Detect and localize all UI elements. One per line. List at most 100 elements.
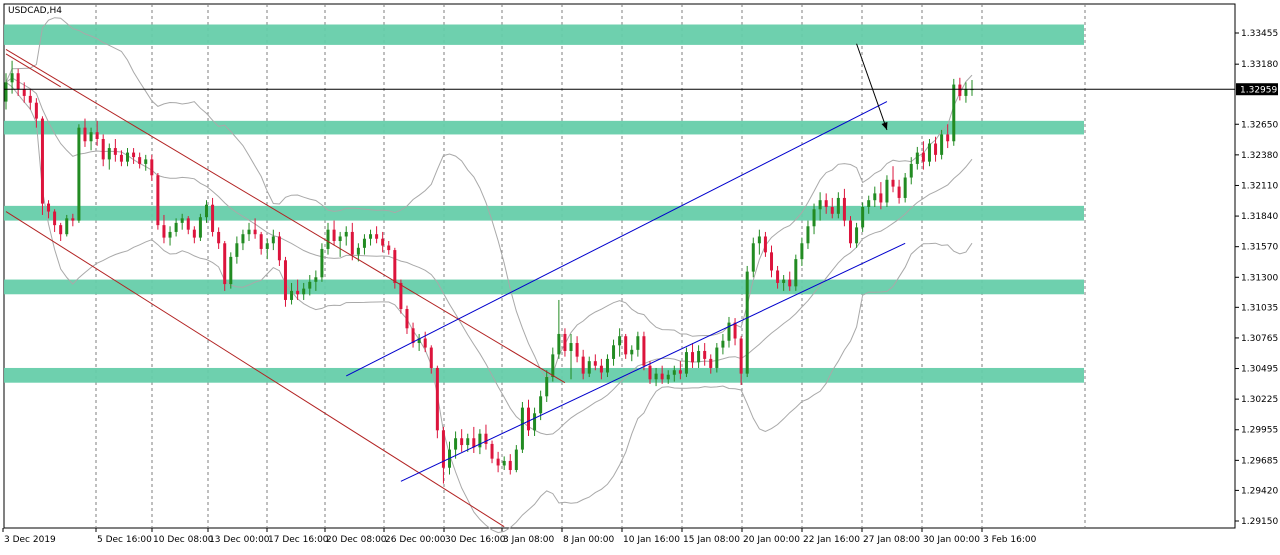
candle-body[interactable] (22, 89, 26, 96)
candle-body[interactable] (83, 127, 87, 142)
candle-body[interactable] (478, 433, 482, 448)
candle-body[interactable] (113, 148, 117, 155)
candle-body[interactable] (204, 204, 208, 218)
candle-body[interactable] (715, 347, 719, 368)
candle-body[interactable] (10, 73, 14, 83)
candle-body[interactable] (599, 365, 603, 373)
candle-body[interactable] (399, 282, 403, 310)
candle-body[interactable] (369, 234, 373, 239)
candle-body[interactable] (751, 243, 755, 272)
candle-body[interactable] (490, 443, 494, 459)
candle-body[interactable] (587, 361, 591, 374)
candle-body[interactable] (338, 236, 342, 242)
candle-body[interactable] (277, 236, 281, 261)
candle-body[interactable] (678, 370, 682, 374)
candle-body[interactable] (308, 281, 312, 289)
candle-body[interactable] (757, 236, 761, 244)
candle-body[interactable] (721, 340, 725, 348)
candle-body[interactable] (654, 373, 658, 380)
candle-body[interactable] (65, 218, 69, 235)
candle-body[interactable] (59, 225, 63, 235)
candle-body[interactable] (423, 338, 427, 348)
candle-body[interactable] (217, 231, 221, 244)
candle-body[interactable] (964, 89, 968, 96)
candle-body[interactable] (381, 238, 385, 246)
candle-body[interactable] (684, 352, 688, 374)
candle-body[interactable] (435, 367, 439, 431)
candle-body[interactable] (508, 460, 512, 470)
candle-body[interactable] (283, 260, 287, 300)
candle-body[interactable] (71, 218, 75, 221)
candle-body[interactable] (126, 152, 130, 162)
candle-body[interactable] (575, 343, 579, 357)
candle-body[interactable] (174, 222, 178, 232)
candle-body[interactable] (326, 229, 330, 249)
candle-body[interactable] (362, 238, 366, 248)
candle-body[interactable] (958, 84, 962, 96)
candle-body[interactable] (940, 134, 944, 155)
candle-body[interactable] (241, 234, 245, 244)
candle-body[interactable] (806, 226, 810, 244)
candle-body[interactable] (47, 203, 51, 212)
candle-body[interactable] (144, 159, 148, 164)
candle-body[interactable] (302, 288, 306, 295)
candle-body[interactable] (95, 132, 99, 139)
candle-body[interactable] (776, 270, 780, 283)
candle-body[interactable] (186, 218, 190, 230)
candle-body[interactable] (666, 374, 670, 380)
candle-body[interactable] (612, 345, 616, 359)
candle-body[interactable] (934, 143, 938, 155)
price-chart[interactable]: 3 Dec 2019 5 Dec 16:00 10 Dec 08:0013 Dec … (0, 0, 1280, 551)
candle-body[interactable] (824, 200, 828, 208)
candle-body[interactable] (40, 118, 44, 204)
candle-body[interactable] (879, 193, 883, 203)
candle-body[interactable] (848, 220, 852, 244)
candle-body[interactable] (812, 209, 816, 227)
candle-body[interactable] (648, 365, 652, 380)
candle-body[interactable] (290, 290, 294, 300)
candle-body[interactable] (53, 211, 57, 226)
candle-body[interactable] (782, 279, 786, 283)
candle-body[interactable] (909, 163, 913, 178)
candle-body[interactable] (411, 328, 415, 344)
candle-body[interactable] (691, 352, 695, 363)
candle-body[interactable] (770, 252, 774, 271)
candle-body[interactable] (247, 229, 251, 235)
candle-body[interactable] (387, 245, 391, 251)
candle-body[interactable] (861, 207, 865, 228)
candle-body[interactable] (897, 186, 901, 198)
candle-body[interactable] (156, 175, 160, 226)
candle-body[interactable] (569, 343, 573, 351)
candle-body[interactable] (581, 356, 585, 374)
candle-body[interactable] (672, 370, 676, 375)
candle-body[interactable] (405, 309, 409, 329)
candle-body[interactable] (520, 407, 524, 450)
candle-body[interactable] (624, 336, 628, 355)
candle-body[interactable] (34, 102, 38, 119)
candle-body[interactable] (557, 333, 561, 355)
candle-body[interactable] (563, 333, 567, 351)
candle-body[interactable] (842, 197, 846, 221)
candle-body[interactable] (800, 243, 804, 260)
candle-body[interactable] (545, 377, 549, 397)
candle-body[interactable] (150, 159, 154, 176)
candle-body[interactable] (794, 259, 798, 287)
candle-body[interactable] (211, 204, 215, 232)
candle-body[interactable] (168, 231, 172, 238)
candle-body[interactable] (885, 179, 889, 203)
candle-body[interactable] (16, 73, 20, 90)
candle-body[interactable] (180, 218, 184, 223)
candle-body[interactable] (344, 231, 348, 237)
candle-body[interactable] (915, 152, 919, 164)
candle-body[interactable] (727, 322, 731, 341)
candle-body[interactable] (873, 193, 877, 201)
candle-body[interactable] (739, 338, 743, 374)
candle-body[interactable] (703, 350, 707, 359)
candle-body[interactable] (526, 407, 530, 431)
candle-body[interactable] (818, 200, 822, 210)
candle-body[interactable] (697, 350, 701, 363)
candle-body[interactable] (119, 154, 123, 162)
candle-body[interactable] (332, 229, 336, 242)
candle-body[interactable] (350, 231, 354, 255)
candle-body[interactable] (77, 127, 81, 221)
